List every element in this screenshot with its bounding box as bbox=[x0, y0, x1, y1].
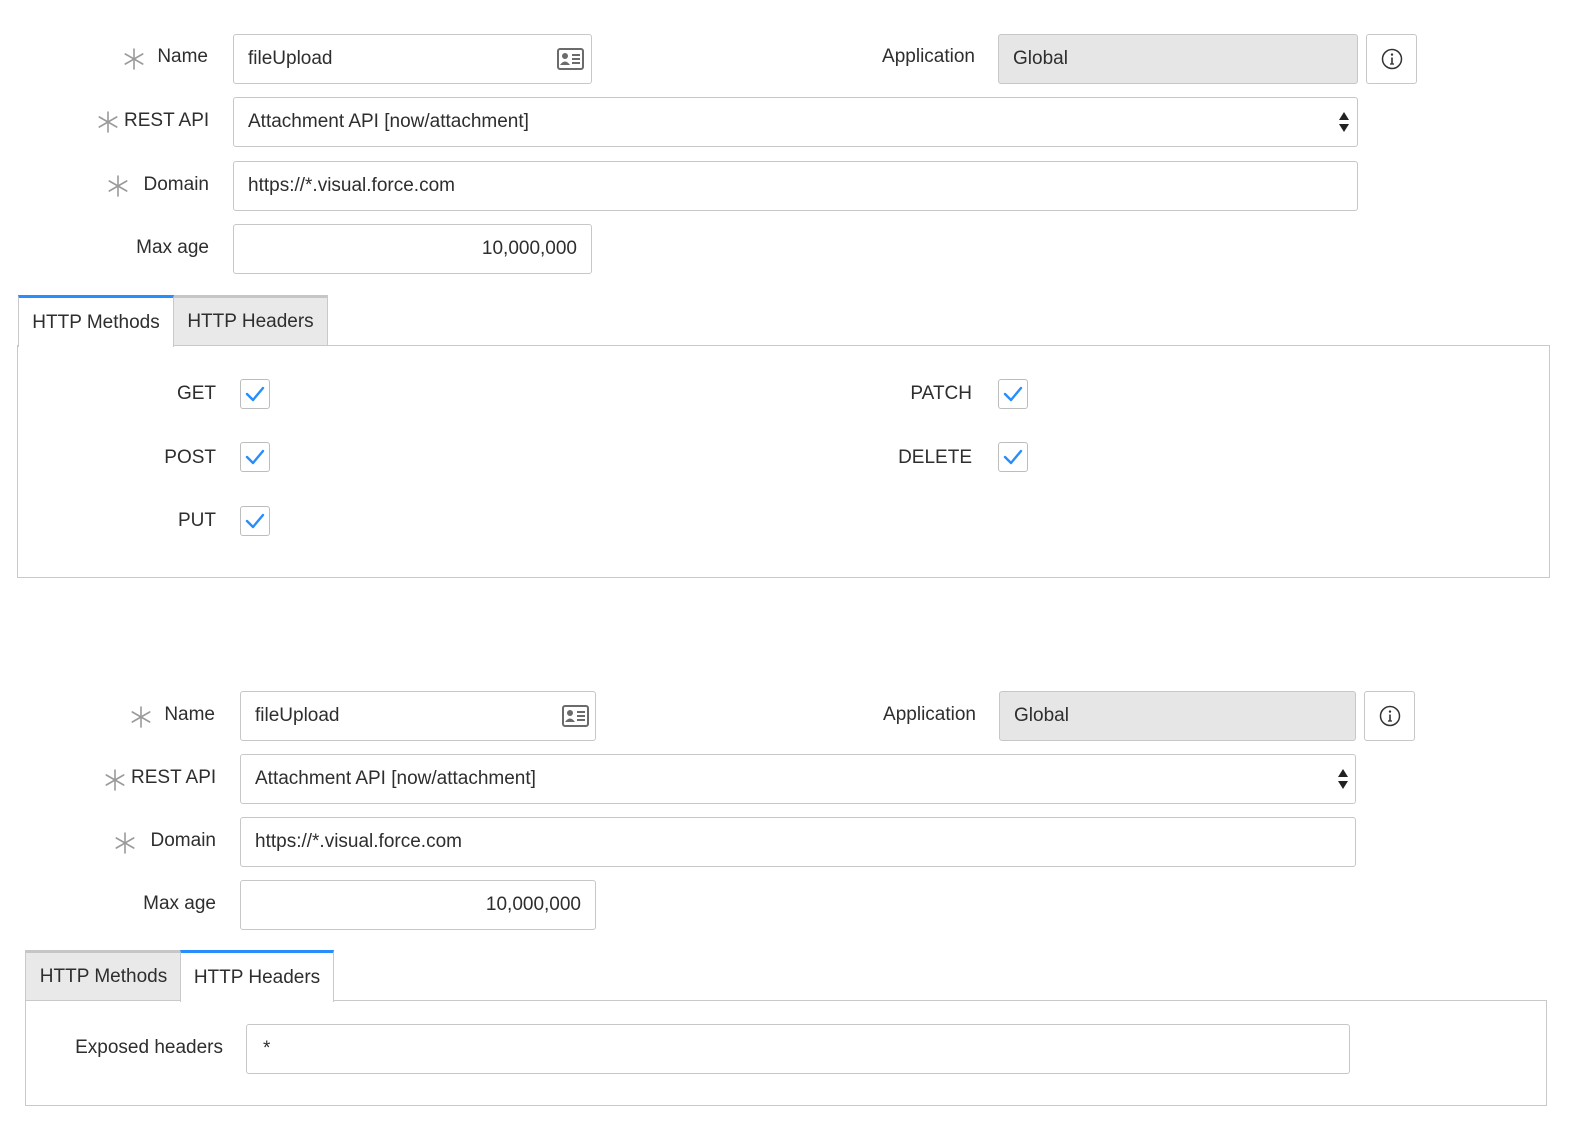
domain-value: https://*.visual.force.com bbox=[248, 175, 455, 196]
rest-api-value: Attachment API [now/attachment] bbox=[248, 111, 529, 132]
asterisk-icon bbox=[98, 111, 118, 133]
application-field: Global bbox=[998, 34, 1358, 84]
asterisk-icon bbox=[115, 832, 135, 854]
application-label: Application bbox=[882, 46, 975, 67]
application-value: Global bbox=[1013, 48, 1068, 69]
tab-label: HTTP Methods bbox=[32, 311, 160, 333]
name-value: fileUpload bbox=[255, 705, 340, 726]
rest-api-value: Attachment API [now/attachment] bbox=[255, 768, 536, 789]
domain-value: https://*.visual.force.com bbox=[255, 831, 462, 852]
exposed-headers-input[interactable]: * bbox=[246, 1024, 1350, 1074]
application-field: Global bbox=[999, 691, 1356, 741]
domain-label: Domain bbox=[150, 830, 216, 851]
checkbox-patch[interactable] bbox=[998, 379, 1028, 409]
asterisk-icon bbox=[105, 769, 125, 791]
check-icon bbox=[245, 513, 265, 529]
method-label-patch: PATCH bbox=[910, 383, 972, 404]
checkbox-delete[interactable] bbox=[998, 442, 1028, 472]
sort-arrows-icon bbox=[1339, 112, 1349, 132]
checkbox-put[interactable] bbox=[240, 506, 270, 536]
info-icon bbox=[1379, 705, 1400, 727]
tab-http-headers[interactable]: HTTP Headers bbox=[173, 295, 328, 346]
method-label-get: GET bbox=[176, 383, 216, 404]
domain-input[interactable]: https://*.visual.force.com bbox=[233, 161, 1358, 211]
method-label-delete: DELETE bbox=[898, 447, 972, 468]
sort-arrows-icon bbox=[1338, 769, 1348, 789]
name-input[interactable]: fileUpload bbox=[233, 34, 592, 84]
contact-card-icon[interactable] bbox=[562, 705, 589, 727]
name-label: Name bbox=[164, 704, 215, 725]
name-value: fileUpload bbox=[248, 48, 333, 69]
rest-api-select[interactable]: Attachment API [now/attachment] bbox=[233, 97, 1358, 147]
asterisk-icon bbox=[124, 48, 144, 70]
tab-label: HTTP Headers bbox=[193, 966, 321, 988]
check-icon bbox=[1003, 449, 1023, 465]
asterisk-icon bbox=[108, 175, 128, 197]
method-label-post: POST bbox=[164, 447, 216, 468]
tab-http-methods[interactable]: HTTP Methods bbox=[18, 295, 174, 347]
rest-api-select[interactable]: Attachment API [now/attachment] bbox=[240, 754, 1356, 804]
max-age-label: Max age bbox=[143, 893, 216, 914]
check-icon bbox=[245, 386, 265, 402]
check-icon bbox=[245, 449, 265, 465]
application-label: Application bbox=[883, 704, 976, 725]
check-icon bbox=[1003, 386, 1023, 402]
max-age-value: 10,000,000 bbox=[481, 238, 577, 259]
exposed-headers-value: * bbox=[263, 1038, 271, 1059]
domain-label: Domain bbox=[143, 174, 209, 195]
asterisk-icon bbox=[131, 706, 151, 728]
tab-label: HTTP Methods bbox=[39, 966, 168, 987]
rest-api-label: REST API bbox=[124, 110, 210, 131]
method-label-put: PUT bbox=[178, 510, 216, 531]
contact-card-icon[interactable] bbox=[557, 48, 584, 70]
application-value: Global bbox=[1014, 705, 1069, 726]
tab-http-methods[interactable]: HTTP Methods bbox=[25, 950, 182, 1001]
rest-api-label: REST API bbox=[131, 767, 217, 788]
max-age-value: 10,000,000 bbox=[485, 894, 581, 915]
domain-input[interactable]: https://*.visual.force.com bbox=[240, 817, 1356, 867]
tab-http-headers[interactable]: HTTP Headers bbox=[180, 950, 334, 1002]
info-button[interactable] bbox=[1366, 34, 1417, 84]
info-button[interactable] bbox=[1364, 691, 1415, 741]
info-icon bbox=[1381, 48, 1402, 70]
checkbox-post[interactable] bbox=[240, 442, 270, 472]
max-age-input[interactable]: 10,000,000 bbox=[240, 880, 596, 930]
name-label: Name bbox=[157, 46, 208, 67]
exposed-headers-label: Exposed headers bbox=[75, 1037, 223, 1058]
name-input[interactable]: fileUpload bbox=[240, 691, 596, 741]
max-age-label: Max age bbox=[136, 237, 209, 258]
tab-label: HTTP Headers bbox=[187, 311, 314, 332]
checkbox-get[interactable] bbox=[240, 379, 270, 409]
max-age-input[interactable]: 10,000,000 bbox=[233, 224, 592, 274]
